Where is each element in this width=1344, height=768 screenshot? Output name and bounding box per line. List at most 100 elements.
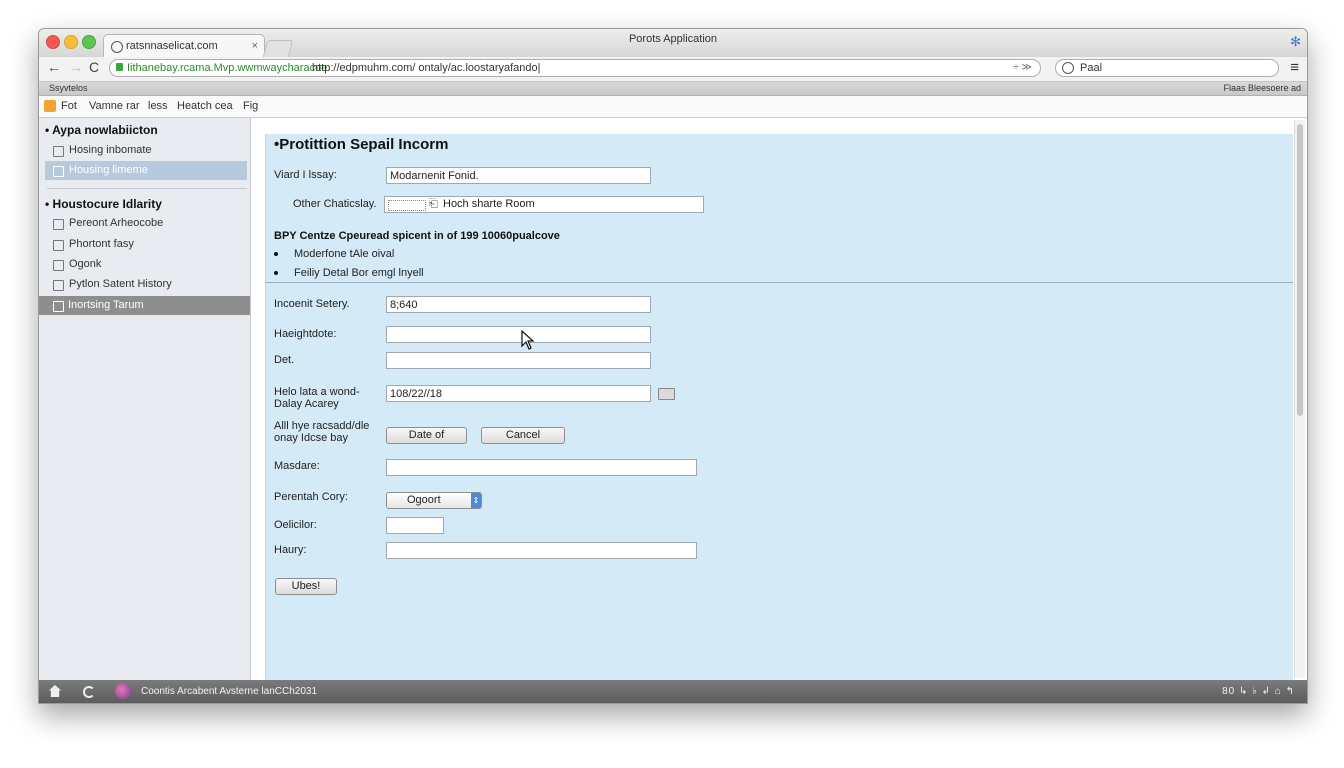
scrollbar-thumb[interactable] bbox=[1297, 124, 1303, 416]
url-path: http://edpmuhm.com/ ontaly/ac.loostaryaf… bbox=[312, 62, 541, 74]
folder-icon bbox=[53, 146, 64, 157]
menu-item-2[interactable]: Vamne rar bbox=[89, 96, 140, 117]
f10-label: Oelicilor: bbox=[274, 519, 317, 531]
f7-label-2: onay Idcse bay bbox=[274, 432, 348, 444]
window-title: Porots Application bbox=[628, 33, 718, 45]
refresh-icon[interactable] bbox=[83, 686, 95, 698]
bullet-text: Moderfone tAle oival bbox=[294, 248, 395, 260]
submit-button[interactable]: Ubes! bbox=[275, 578, 337, 595]
form-title: •Protittion Sepail Incorm bbox=[274, 136, 449, 153]
gear-icon[interactable]: ✻ bbox=[1290, 34, 1301, 50]
sidebar-item-label: Phortont fasy bbox=[69, 238, 134, 250]
app-menu-bar: Fot Vamne rar less Heatch cea Fig bbox=[39, 96, 1307, 118]
status-tray[interactable]: 80 ↳ ♭ ↲ ⌂ ↰ bbox=[1222, 680, 1295, 703]
sidebar-item-ogonk[interactable]: Ogonk bbox=[45, 255, 247, 274]
menu-item-4[interactable]: Heatch cea bbox=[177, 96, 233, 117]
bullet-item-1: Moderfone tAle oival bbox=[274, 248, 474, 261]
f8-label: Masdare: bbox=[274, 460, 320, 472]
sidebar-item-label: Inortsing Tarum bbox=[68, 299, 144, 311]
address-bar[interactable]: Iithanebay.rcama.Mvp.wwmwaycharacoe http… bbox=[109, 59, 1041, 77]
field1-label: Viard I lssay: bbox=[274, 169, 337, 181]
sidebar-item-label: Pytlon Satent History bbox=[69, 278, 172, 290]
browser-window: ratsnnaselicat.com × Porots Application … bbox=[38, 28, 1308, 704]
sidebar-item-hosing-inbomate[interactable]: Hosing inbomate bbox=[45, 141, 247, 160]
link-icon bbox=[53, 280, 64, 291]
f11-input[interactable] bbox=[386, 542, 697, 559]
calendar-icon[interactable] bbox=[658, 388, 675, 400]
f8-input[interactable] bbox=[386, 459, 697, 476]
navigation-bar: ← → C Iithanebay.rcama.Mvp.wwmwaycharaco… bbox=[39, 57, 1307, 82]
bookmark-left[interactable]: Ssyvtelos bbox=[49, 82, 88, 95]
bullet-item-2: Feiliy Detal Bor emgl lnyell bbox=[274, 267, 494, 280]
field2-value: Hoch sharte Room bbox=[443, 198, 535, 210]
app-icon bbox=[44, 100, 56, 112]
f5-input[interactable] bbox=[386, 352, 651, 369]
search-text: Paal bbox=[1080, 62, 1103, 74]
url-domain: Iithanebay.rcama.Mvp.wwmwaycharacoe bbox=[127, 62, 328, 74]
main-content: •Protittion Sepail Incorm Viard I lssay:… bbox=[251, 118, 1307, 680]
document-icon bbox=[53, 219, 64, 230]
home-icon[interactable] bbox=[49, 685, 61, 697]
vertical-scrollbar[interactable] bbox=[1294, 120, 1305, 678]
bullet-dot bbox=[274, 252, 278, 256]
url-tools-icon[interactable]: ÷ ≫ bbox=[1013, 60, 1032, 76]
hamburger-menu-icon[interactable]: ≡ bbox=[1290, 59, 1299, 76]
f4-input[interactable] bbox=[386, 326, 651, 343]
form-panel: •Protittion Sepail Incorm Viard I lssay:… bbox=[265, 134, 1293, 680]
cancel-button[interactable]: Cancel bbox=[481, 427, 565, 444]
lock-icon bbox=[116, 63, 123, 71]
f3-input[interactable] bbox=[386, 296, 651, 313]
section-heading: BPY Centze Cpeuread spicent in of 199 10… bbox=[274, 230, 560, 242]
formatting-icons[interactable] bbox=[388, 200, 426, 211]
field1-input[interactable] bbox=[386, 167, 651, 184]
avatar[interactable] bbox=[115, 683, 131, 699]
sidebar-item-housing-limeme[interactable]: Housing limeme bbox=[45, 161, 247, 180]
mouse-cursor-icon bbox=[521, 330, 535, 350]
menu-item-1[interactable]: Fot bbox=[61, 96, 77, 117]
date-of-button[interactable]: Date of bbox=[386, 427, 467, 444]
sidebar: • Aypa nowlabiicton Hosing inbomate Hous… bbox=[39, 118, 251, 680]
bullet-dot bbox=[274, 271, 278, 275]
sidebar-section-2[interactable]: • Houstocure Idlarity bbox=[45, 197, 162, 211]
sidebar-item-label: Housing limeme bbox=[69, 164, 148, 176]
f11-label: Haury: bbox=[274, 544, 307, 556]
f9-label: Perentah Cory: bbox=[274, 491, 348, 503]
sidebar-item-label: Pereont Arheocobe bbox=[69, 217, 164, 229]
contact-icon bbox=[53, 260, 64, 271]
person-icon bbox=[53, 240, 64, 251]
f6-label-2: Dalay Acarey bbox=[274, 398, 339, 410]
status-text: Coontis Arcabent Avsterne lanCCh2031 bbox=[141, 686, 318, 697]
f10-input[interactable] bbox=[386, 517, 444, 534]
menu-item-3[interactable]: less bbox=[148, 96, 168, 117]
back-button[interactable]: ← bbox=[47, 59, 61, 75]
f4-label: Haeightdote: bbox=[274, 328, 337, 340]
sidebar-item-pytlon[interactable]: Pytlon Satent History bbox=[45, 275, 247, 294]
bullet-text: Feiliy Detal Bor emgl lnyell bbox=[294, 267, 424, 279]
sidebar-item-label: Hosing inbomate bbox=[69, 144, 152, 156]
f3-label: Incoenit Setery. bbox=[274, 298, 350, 310]
submit-button-label: Ubes! bbox=[291, 580, 321, 592]
section-divider bbox=[266, 282, 1293, 283]
search-icon bbox=[1062, 62, 1074, 74]
field2-label: Other Chaticslay. bbox=[293, 198, 377, 210]
f5-label: Det. bbox=[274, 354, 295, 366]
gear-icon bbox=[53, 166, 64, 177]
bookmark-right[interactable]: Flaas Bleesoere ad bbox=[1223, 82, 1301, 95]
sidebar-section-1[interactable]: • Aypa nowlabiicton bbox=[45, 123, 158, 137]
paragraph-icon: ⎗ bbox=[429, 198, 438, 210]
status-bar: Coontis Arcabent Avsterne lanCCh2031 80 … bbox=[39, 680, 1307, 703]
building-icon bbox=[53, 301, 64, 312]
reload-button[interactable]: C bbox=[89, 59, 99, 75]
sidebar-item-phortont[interactable]: Phortont fasy bbox=[45, 235, 247, 254]
perentah-select[interactable]: Ogoort ⇕ bbox=[386, 492, 482, 509]
sidebar-item-inortsing[interactable]: Inortsing Tarum bbox=[39, 296, 250, 315]
search-input[interactable]: Paal bbox=[1055, 59, 1279, 77]
chevron-updown-icon: ⇕ bbox=[471, 493, 481, 508]
sidebar-item-label: Ogonk bbox=[69, 258, 102, 270]
date-input[interactable] bbox=[386, 385, 651, 402]
field2-input[interactable]: ⎗ Hoch sharte Room bbox=[384, 196, 704, 213]
menu-item-5[interactable]: Fig bbox=[243, 96, 258, 117]
forward-button[interactable]: → bbox=[69, 59, 83, 75]
sidebar-divider bbox=[47, 188, 247, 189]
sidebar-item-pereont[interactable]: Pereont Arheocobe bbox=[45, 214, 247, 233]
